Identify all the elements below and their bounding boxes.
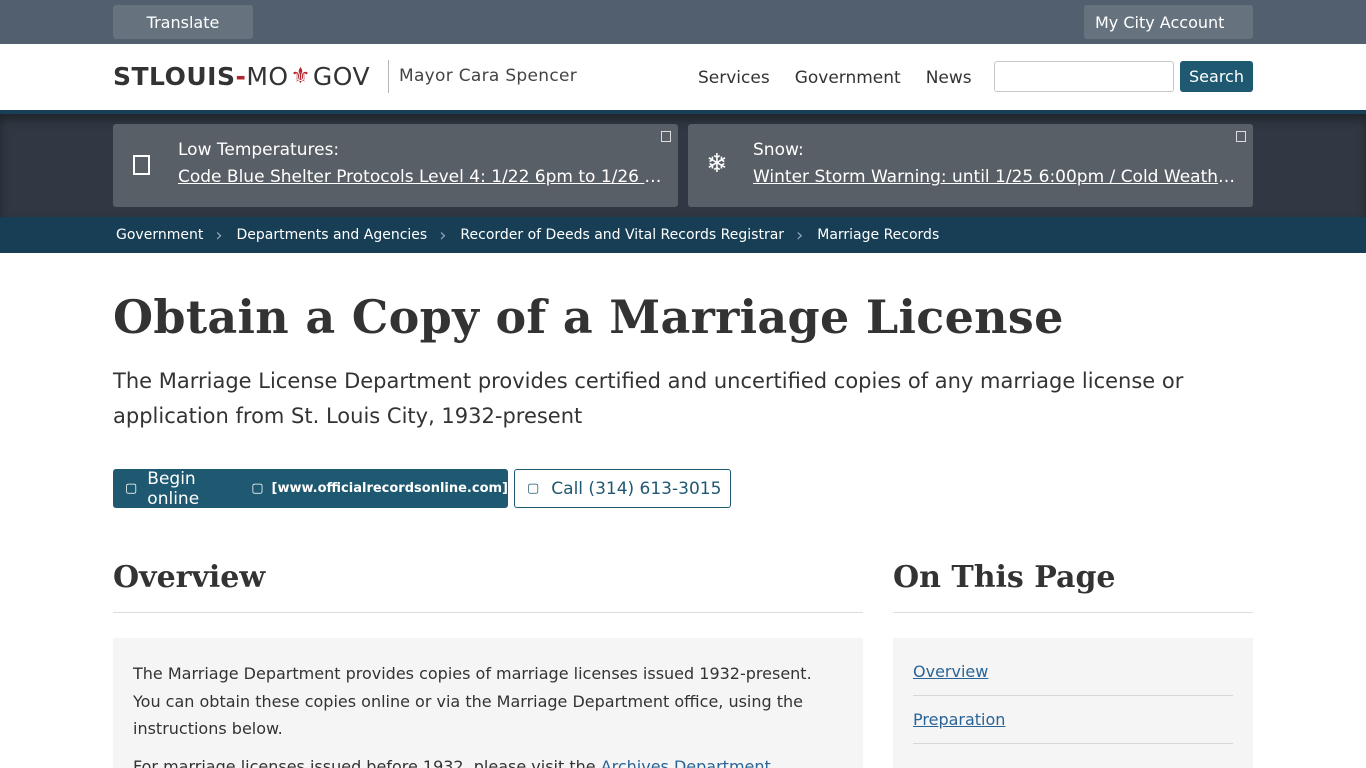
call-label: Call (314) 613-3015: [551, 478, 722, 499]
logo-dash: -: [235, 62, 247, 91]
overview-paragraph-archives: For marriage licenses issued before 1932…: [133, 753, 843, 768]
breadcrumb-recorder[interactable]: Recorder of Deeds and Vital Records Regi…: [460, 227, 784, 243]
snowflake-icon: ❄: [706, 149, 728, 179]
toc-divider: [893, 612, 1253, 613]
page-title: Obtain a Copy of a Marriage License: [113, 290, 1064, 344]
overview-paragraph: The Marriage Department provides copies …: [133, 664, 812, 738]
alert-title: Low Temperatures:: [178, 140, 340, 160]
phone-icon: ▢: [527, 481, 540, 496]
chevron-right-icon: ›: [796, 224, 804, 246]
dismiss-alert-icon[interactable]: [1236, 131, 1246, 142]
nav-government[interactable]: Government: [795, 68, 901, 88]
mayor-name: Mayor Cara Spencer: [399, 66, 578, 86]
alert-low-temperatures: Low Temperatures: Code Blue Shelter Prot…: [113, 124, 678, 207]
alerts-banner: Low Temperatures: Code Blue Shelter Prot…: [0, 110, 1366, 217]
nav-services[interactable]: Services: [698, 68, 770, 88]
main-nav: Services Government News: [698, 68, 972, 88]
laptop-icon: ▢: [125, 481, 138, 496]
alert-link[interactable]: Code Blue Shelter Protocols Level 4: 1/2…: [178, 167, 662, 187]
page-lead: The Marriage License Department provides…: [113, 369, 1184, 428]
overview-divider: [113, 612, 863, 613]
site-logo[interactable]: STLOUIS - MO ⚜ GOV: [113, 62, 370, 91]
alert-link[interactable]: Winter Storm Warning: until 1/25 6:00pm …: [753, 167, 1237, 187]
chevron-right-icon: ›: [215, 224, 223, 246]
fleur-de-lis-icon: ⚜: [290, 64, 311, 89]
alert-title: Snow:: [753, 140, 804, 160]
breadcrumb-government[interactable]: Government: [116, 227, 203, 243]
begin-online-label: Begin online: [147, 468, 200, 509]
breadcrumb-marriage-records[interactable]: Marriage Records: [817, 227, 939, 243]
overview-heading: Overview: [113, 560, 266, 595]
alert-snow: ❄ Snow: Winter Storm Warning: until 1/25…: [688, 124, 1253, 207]
logo-divider: [388, 60, 389, 93]
thermometer-icon: [133, 155, 150, 175]
toc-link-preparation[interactable]: Preparation: [913, 706, 1233, 744]
nav-news[interactable]: News: [926, 68, 972, 88]
logo-text-mo: MO: [246, 62, 289, 91]
call-button[interactable]: ▢ Call (314) 613-3015: [514, 469, 731, 508]
toc-link-overview[interactable]: Overview: [913, 658, 1233, 696]
site-header: STLOUIS - MO ⚜ GOV Mayor Cara Spencer Servic…: [0, 44, 1366, 110]
chevron-right-icon: ›: [439, 224, 447, 246]
begin-online-button[interactable]: ▢ Begin online ▢ [www.officialrecordsonl…: [113, 468, 508, 509]
begin-online-url: [www.officialrecordsonline.com]: [271, 481, 508, 496]
archives-text: For marriage licenses issued before 1932…: [133, 756, 601, 768]
breadcrumb: Government › Departments and Agencies › …: [0, 217, 1366, 253]
dismiss-alert-icon[interactable]: [661, 131, 671, 142]
on-this-page-heading: On This Page: [893, 560, 1116, 595]
on-this-page-nav: Overview Preparation: [893, 638, 1253, 768]
search-input[interactable]: [994, 61, 1174, 92]
external-link-icon: ▢: [251, 481, 264, 496]
my-city-account-button[interactable]: My City Account: [1084, 5, 1253, 39]
logo-text-stlouis: STLOUIS: [113, 62, 236, 91]
translate-button[interactable]: Translate: [113, 5, 253, 39]
overview-section: The Marriage Department provides copies …: [113, 638, 863, 768]
logo-text-gov: GOV: [312, 62, 371, 91]
utility-bar: Translate My City Account: [0, 0, 1366, 44]
archives-department-link[interactable]: Archives Department: [601, 757, 771, 768]
search-button[interactable]: Search: [1180, 61, 1253, 92]
breadcrumb-departments[interactable]: Departments and Agencies: [237, 227, 428, 243]
